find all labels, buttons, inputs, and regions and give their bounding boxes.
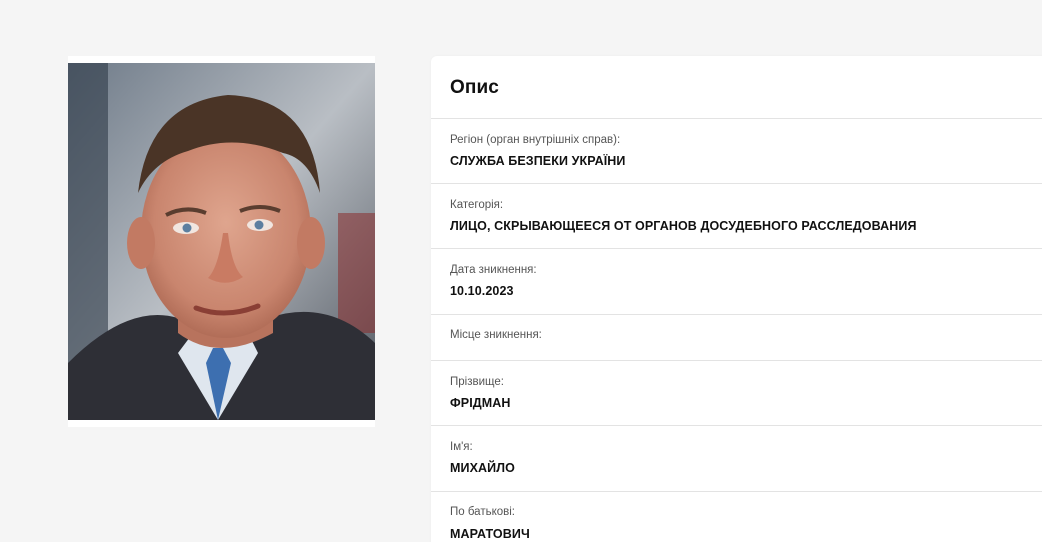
surname-label: Прізвище: [450,376,504,388]
portrait-image [68,63,375,420]
divider [431,183,1042,184]
person-photo [68,63,375,420]
divider [431,248,1042,249]
surname-value: ФРІДМАН [450,396,511,410]
first-name-value: МИХАЙЛО [450,461,515,475]
divider [431,118,1042,119]
description-card: Опис Регіон (орган внутрішніх справ): СЛ… [431,56,1042,542]
divider [431,314,1042,315]
region-label: Регіон (орган внутрішніх справ): [450,134,621,146]
disappearance-date-value: 10.10.2023 [450,284,514,298]
divider [431,425,1042,426]
category-value: ЛИЦО, СКРЫВАЮЩЕЕСЯ ОТ ОРГАНОВ ДОСУДЕБНОГ… [450,219,917,233]
photo-frame [68,56,375,427]
category-label: Категорія: [450,199,504,211]
divider [431,360,1042,361]
patronymic-value: МАРАТОВИЧ [450,527,530,541]
disappearance-place-label: Місце зникнення: [450,329,542,341]
card-title: Опис [450,77,499,98]
page: Опис Регіон (орган внутрішніх справ): СЛ… [0,0,1042,542]
disappearance-date-label: Дата зникнення: [450,264,537,276]
first-name-label: Ім'я: [450,441,473,453]
patronymic-label: По батькові: [450,506,515,518]
region-value: СЛУЖБА БЕЗПЕКИ УКРАЇНИ [450,154,626,168]
divider [431,491,1042,492]
